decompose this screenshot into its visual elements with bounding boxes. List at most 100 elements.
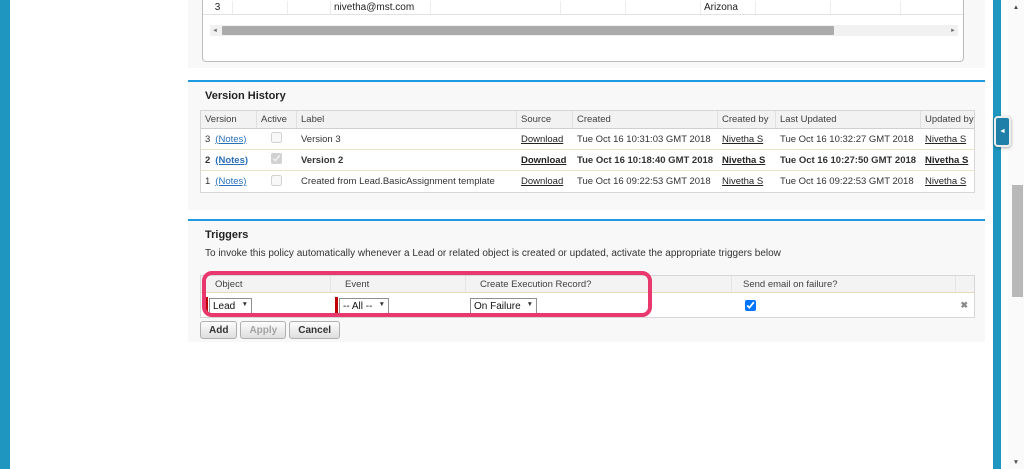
row-number-cell: 3 bbox=[203, 1, 233, 14]
send-email-checkbox[interactable] bbox=[745, 299, 756, 311]
empty-cell bbox=[756, 1, 831, 14]
version-number: 3 bbox=[205, 133, 211, 145]
updated-by-link[interactable]: Nivetha S bbox=[925, 176, 966, 187]
created-cell: Tue Oct 16 09:22:53 GMT 2018 bbox=[577, 176, 711, 187]
last-updated-cell: Tue Oct 16 10:27:50 GMT 2018 bbox=[780, 154, 917, 166]
download-link[interactable]: Download bbox=[521, 134, 563, 145]
last-updated-cell: Tue Oct 16 09:22:53 GMT 2018 bbox=[780, 176, 914, 187]
version-history-table: Version Active Label Source Created Crea… bbox=[200, 110, 975, 193]
download-link[interactable]: Download bbox=[521, 176, 563, 187]
updated-by-link[interactable]: Nivetha S bbox=[925, 134, 966, 145]
vertical-scrollbar-thumb[interactable] bbox=[1012, 185, 1023, 297]
triggers-title: Triggers bbox=[205, 229, 249, 241]
active-cell bbox=[257, 174, 297, 189]
empty-cell bbox=[288, 1, 331, 14]
triggers-description: To invoke this policy automatically when… bbox=[205, 248, 781, 259]
execution-select-wrap: On Failure ▼ bbox=[470, 296, 537, 315]
column-header-send-email: Send email on failure? bbox=[732, 276, 956, 292]
records-table-box: 3 nivetha@mst.com Arizona ◄ ► bbox=[202, 0, 964, 62]
empty-cell bbox=[626, 1, 701, 14]
source-cell: Download bbox=[517, 134, 573, 145]
required-field-bar bbox=[335, 296, 338, 314]
apply-button[interactable]: Apply bbox=[240, 321, 287, 339]
object-select[interactable]: Lead bbox=[209, 297, 252, 315]
column-header-source: Source bbox=[517, 111, 573, 128]
version-history-header-row: Version Active Label Source Created Crea… bbox=[201, 111, 974, 129]
notes-link[interactable]: (Notes) bbox=[215, 134, 246, 145]
actions-cell: ✖ bbox=[956, 300, 974, 311]
created-by-link[interactable]: Nivetha S bbox=[722, 155, 765, 166]
source-cell: Download bbox=[517, 176, 573, 187]
column-header-execution-record: Create Execution Record? bbox=[466, 276, 649, 292]
updated-by-cell: Nivetha S bbox=[921, 155, 974, 166]
cancel-button[interactable]: Cancel bbox=[289, 321, 341, 339]
right-accent-bar bbox=[993, 0, 1001, 469]
object-select-wrap: Lead ▼ bbox=[209, 296, 252, 315]
empty-cell bbox=[561, 1, 626, 14]
triggers-table: Object Event Create Execution Record? Se… bbox=[200, 275, 975, 318]
required-field-bar bbox=[205, 296, 208, 314]
empty-cell bbox=[831, 1, 901, 14]
scroll-left-icon[interactable]: ◄ bbox=[210, 25, 220, 36]
version-number: 1 bbox=[205, 176, 211, 187]
scroll-down-icon[interactable]: ▼ bbox=[1008, 456, 1024, 468]
collapse-arrow-icon: ◄ bbox=[999, 128, 1006, 135]
column-header-event: Event bbox=[331, 276, 466, 292]
created-by-link[interactable]: Nivetha S bbox=[722, 176, 763, 187]
created-by-cell: Nivetha S bbox=[718, 176, 776, 187]
created-by-link[interactable]: Nivetha S bbox=[722, 134, 763, 145]
notes-link[interactable]: (Notes) bbox=[215, 155, 248, 166]
add-button[interactable]: Add bbox=[200, 321, 238, 339]
label-cell: Version 2 bbox=[301, 154, 344, 166]
column-header-last-updated: Last Updated bbox=[776, 111, 921, 128]
updated-by-link[interactable]: Nivetha S bbox=[925, 155, 968, 166]
scroll-right-icon[interactable]: ► bbox=[948, 25, 958, 36]
left-accent-bar bbox=[0, 0, 10, 469]
active-checkbox[interactable] bbox=[271, 174, 282, 186]
column-header-empty bbox=[649, 276, 732, 292]
version-row: 1 (Notes) Created from Lead.BasicAssignme… bbox=[201, 171, 974, 192]
download-link[interactable]: Download bbox=[521, 155, 566, 166]
active-checkbox[interactable] bbox=[271, 132, 282, 143]
active-checkbox[interactable] bbox=[271, 153, 282, 164]
created-cell: Tue Oct 16 10:18:40 GMT 2018 bbox=[577, 154, 714, 166]
updated-by-cell: Nivetha S bbox=[921, 134, 974, 145]
version-number: 2 bbox=[205, 154, 211, 166]
column-header-created: Created bbox=[573, 111, 718, 128]
horizontal-scrollbar[interactable]: ◄ ► bbox=[210, 25, 958, 36]
column-header-created-by: Created by bbox=[718, 111, 776, 128]
object-cell: Lead ▼ bbox=[201, 296, 331, 315]
horizontal-scrollbar-thumb[interactable] bbox=[222, 26, 834, 35]
execution-record-cell: On Failure ▼ bbox=[466, 296, 649, 315]
column-header-object: Object bbox=[201, 276, 331, 292]
triggers-panel: Triggers To invoke this policy automatic… bbox=[188, 219, 985, 342]
event-select[interactable]: -- All -- bbox=[339, 297, 389, 315]
horizontal-scrollbar-track[interactable] bbox=[220, 25, 948, 36]
empty-cell bbox=[233, 1, 288, 14]
email-cell: nivetha@mst.com bbox=[331, 1, 431, 14]
label-cell: Created from Lead.BasicAssignment templa… bbox=[301, 176, 495, 187]
last-updated-cell: Tue Oct 16 10:32:27 GMT 2018 bbox=[780, 133, 914, 145]
version-cell: 2 (Notes) bbox=[201, 155, 257, 166]
notes-link[interactable]: (Notes) bbox=[215, 176, 246, 187]
table-row: 3 nivetha@mst.com Arizona bbox=[203, 1, 963, 15]
execution-record-select[interactable]: On Failure bbox=[470, 297, 537, 315]
sidebar-collapse-tab[interactable]: ◄ bbox=[994, 116, 1011, 147]
send-email-cell bbox=[732, 299, 956, 311]
scroll-up-icon[interactable]: ▲ bbox=[1008, 1, 1024, 13]
column-header-actions bbox=[956, 276, 974, 292]
state-cell: Arizona bbox=[701, 1, 756, 14]
label-cell: Version 3 bbox=[301, 133, 341, 145]
empty-cell bbox=[901, 1, 963, 14]
column-header-active: Active bbox=[257, 111, 297, 128]
vertical-scrollbar[interactable]: ▲ ▼ bbox=[1008, 0, 1024, 469]
top-records-panel: 3 nivetha@mst.com Arizona ◄ ► bbox=[188, 0, 985, 68]
event-cell: -- All -- ▼ bbox=[331, 296, 466, 315]
active-cell bbox=[257, 153, 297, 167]
page: 3 nivetha@mst.com Arizona ◄ ► Version Hi… bbox=[0, 0, 1024, 469]
delete-row-icon[interactable]: ✖ bbox=[960, 300, 968, 311]
version-history-panel: Version History Version Active Label Sou… bbox=[188, 80, 985, 210]
event-select-wrap: -- All -- ▼ bbox=[339, 296, 389, 315]
created-by-cell: Nivetha S bbox=[718, 134, 776, 145]
version-cell: 3 (Notes) bbox=[201, 134, 257, 145]
